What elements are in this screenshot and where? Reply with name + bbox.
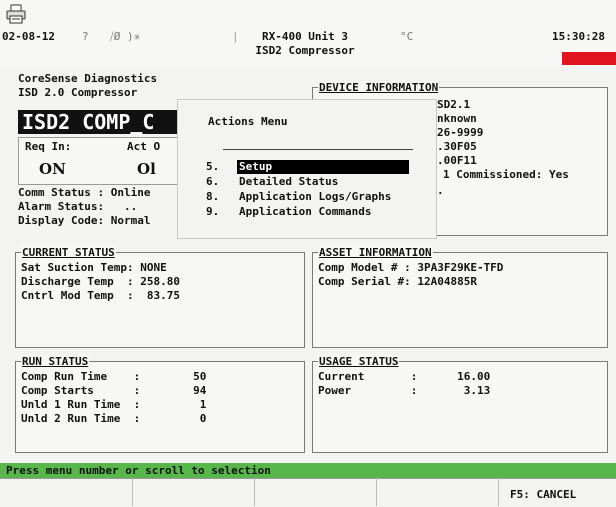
actions-menu-title: Actions Menu [208, 115, 288, 128]
help-icon[interactable]: ? [82, 30, 89, 43]
device-name: ISD2 Compressor [255, 44, 355, 57]
req-label: Req In: [25, 140, 72, 153]
actions-menu-dialog: Actions Menu 5. Setup 6. Detailed Status… [178, 100, 436, 238]
menu-item-label: Setup [237, 160, 409, 174]
req-value: ON [39, 160, 66, 178]
f5-cancel-label: F5: CANCEL [510, 488, 577, 501]
run-status-row: Comp Run Time : 50 [21, 370, 207, 383]
menu-item-number: 8. [206, 190, 220, 203]
menu-item-label: Application Commands [239, 205, 372, 218]
act-label: Act O [127, 140, 161, 153]
status-prompt: Press menu number or scroll to selection [6, 464, 271, 477]
asset-info-panel: ASSET INFORMATION Comp Model # : 3PA3F29… [312, 246, 608, 348]
usage-status-title: USAGE STATUS [318, 355, 400, 368]
header-date: 02-08-12 [2, 30, 55, 43]
current-status-row: Discharge Temp : 258.80 [21, 275, 180, 288]
alarm-status: Alarm Status: .. [18, 200, 138, 213]
menu-item-label: Application Logs/Graphs [239, 190, 392, 203]
usage-row: Power : 3.13 [318, 384, 491, 397]
current-status-row: Sat Suction Temp: NONE [21, 261, 167, 274]
run-status-title: RUN STATUS [21, 355, 90, 368]
device-line: .30F05 [437, 140, 477, 153]
unit-name: RX-400 Unit 3 [261, 30, 349, 43]
header-time: 15:30:28 [552, 30, 605, 43]
run-status-row: Comp Starts : 94 [21, 384, 207, 397]
device-line: 26-9999 [437, 126, 484, 139]
header-separator: | [232, 30, 239, 43]
act-value: Ol [137, 160, 156, 178]
f2-key[interactable] [133, 478, 255, 506]
comm-status: Comm Status : Online [18, 186, 151, 199]
device-line: . [437, 184, 444, 197]
current-status-title: CURRENT STATUS [21, 246, 116, 259]
menu-item-label: Detailed Status [239, 175, 339, 188]
display-code: Display Code: Normal [18, 214, 151, 227]
device-line: nknown [437, 112, 477, 125]
diag-line-1: CoreSense Diagnostics [18, 72, 158, 85]
run-status-row: Unld 2 Run Time : 0 [21, 412, 207, 425]
temp-unit: °C [400, 30, 414, 43]
run-status-panel: RUN STATUS Comp Run Time : 50 Comp Start… [15, 355, 305, 453]
menu-item-number: 9. [206, 205, 220, 218]
asset-info-title: ASSET INFORMATION [318, 246, 433, 259]
req-act-box: Req In: Act O ON Ol [18, 137, 182, 185]
menu-divider [223, 149, 413, 150]
run-status-row: Unld 1 Run Time : 1 [21, 398, 207, 411]
device-line: SD2.1 [437, 98, 471, 111]
device-info-title: DEVICE INFORMATION [318, 81, 440, 94]
device-line: .00F11 [437, 154, 477, 167]
printer-icon[interactable] [6, 4, 26, 24]
status-symbols: ⧸Ø )✳ [110, 30, 141, 43]
menu-item-number: 6. [206, 175, 220, 188]
f4-key[interactable] [377, 478, 499, 506]
usage-status-panel: USAGE STATUS Current : 16.00 Power : 3.1… [312, 355, 608, 453]
usage-row: Current : 16.00 [318, 370, 491, 383]
f3-key[interactable] [255, 478, 377, 506]
unit-title: RX-400 Unit 3 ISD2 Compressor [240, 30, 370, 58]
asset-row: Comp Model # : 3PA3F29KE-TFD [318, 261, 504, 274]
current-status-row: Cntrl Mod Temp : 83.75 [21, 289, 180, 302]
diag-line-2: ISD 2.0 Compressor [18, 86, 138, 99]
asset-row: Comp Serial #: 12A04885R [318, 275, 477, 288]
compressor-title: ISD2 COMP_C [18, 110, 188, 134]
alarm-indicator[interactable] [562, 52, 616, 65]
menu-item-number: 5. [206, 160, 220, 173]
device-line: 1 Commissioned: Yes [443, 168, 569, 181]
current-status-panel: CURRENT STATUS Sat Suction Temp: NONE Di… [15, 246, 305, 348]
f1-key[interactable] [0, 478, 133, 506]
